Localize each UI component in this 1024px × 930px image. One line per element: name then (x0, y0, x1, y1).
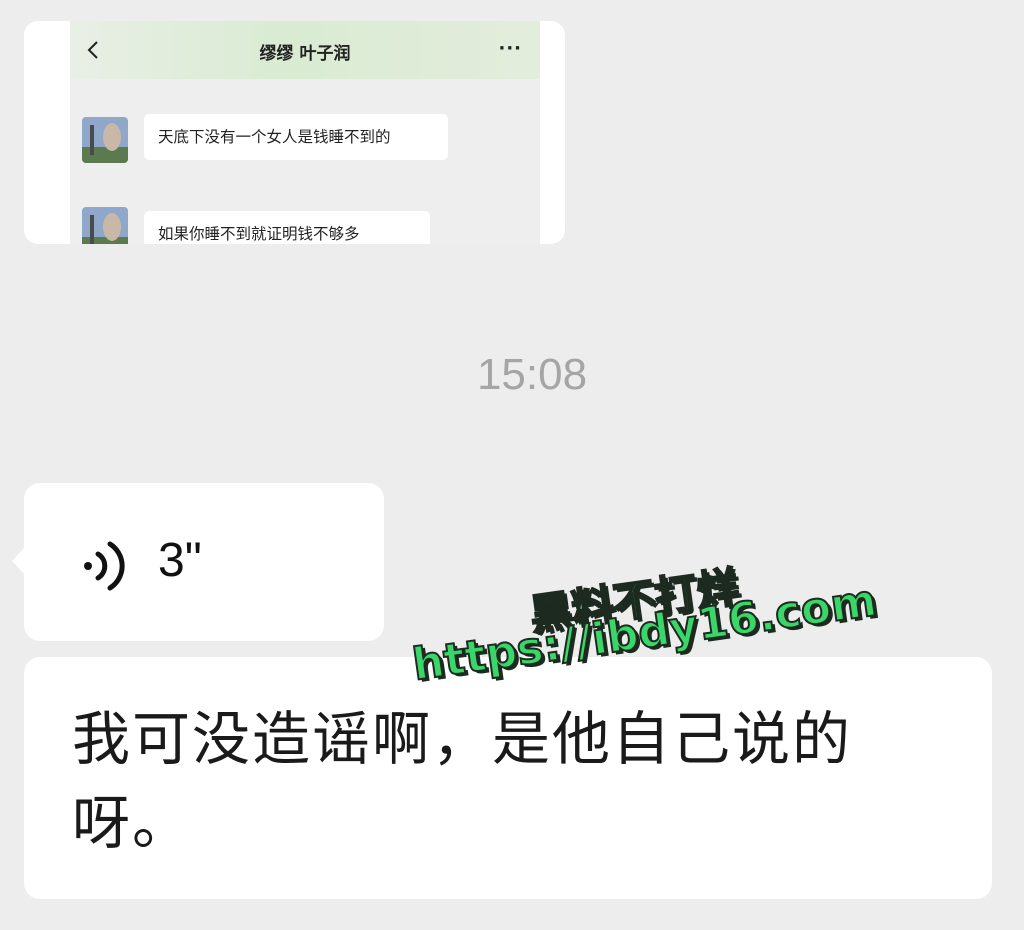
forwarded-screenshot-message[interactable]: 缪缪 叶子润 ··· 天底下没有一个女人是钱睡不到的 如果你睡不到就证明钱不够多 (24, 21, 565, 244)
ellipsis-icon: ··· (498, 38, 522, 59)
screenshot-message-bubble: 天底下没有一个女人是钱睡不到的 (144, 114, 448, 160)
screenshot-content: 缪缪 叶子润 ··· 天底下没有一个女人是钱睡不到的 如果你睡不到就证明钱不够多 (70, 21, 540, 244)
screenshot-chat-title: 缪缪 叶子润 (259, 44, 351, 64)
avatar (82, 207, 128, 244)
bubble-tail (12, 547, 25, 575)
screenshot-message-bubble: 如果你睡不到就证明钱不够多 (144, 211, 430, 244)
avatar (82, 117, 128, 163)
voice-duration: 3" (158, 534, 202, 587)
message-timestamp: 15:08 (476, 350, 588, 399)
message-text: 我可没造谣啊，是他自己说的呀。 (72, 705, 853, 857)
voice-wave-icon (84, 541, 125, 591)
text-message-bubble[interactable]: 我可没造谣啊，是他自己说的呀。 (24, 657, 992, 899)
voice-message-bubble[interactable]: 3" (12, 483, 384, 641)
screenshot-chat-header: 缪缪 叶子润 ··· (70, 21, 540, 79)
